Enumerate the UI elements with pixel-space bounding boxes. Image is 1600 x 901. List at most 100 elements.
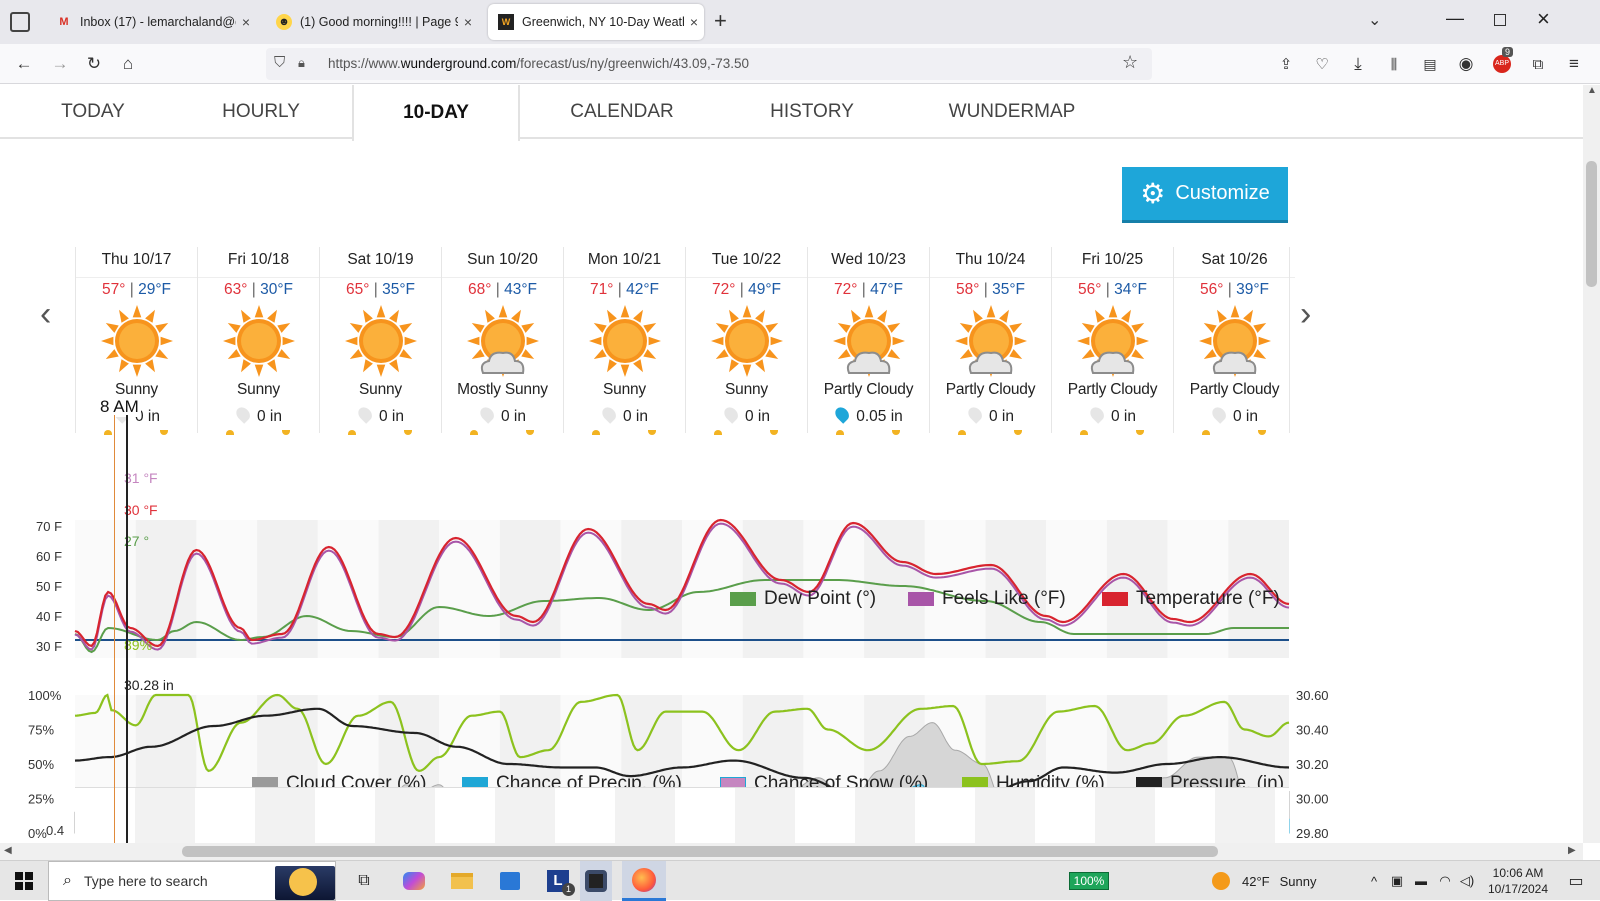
account-icon[interactable]: ◉: [1454, 52, 1478, 76]
tray-chevron-icon[interactable]: ^: [1364, 861, 1384, 901]
day-precip: 0 in: [1174, 404, 1295, 428]
new-tab-button[interactable]: +: [714, 8, 727, 34]
back-button[interactable]: ←: [12, 52, 36, 76]
minimize-button[interactable]: —: [1446, 8, 1464, 29]
lock-icon[interactable]: 🔒︎: [298, 55, 305, 71]
browser-tab-forum[interactable]: ☻ (1) Good morning!!!! | Page 990 ×: [266, 4, 478, 40]
close-window-button[interactable]: ×: [1537, 6, 1550, 32]
temp-legend-dewpoint[interactable]: Dew Point (°): [730, 588, 876, 610]
high-temp: 56°: [1077, 281, 1102, 298]
day-column[interactable]: Sat 10/19 65° | 35°F Sunny 0 in: [319, 247, 441, 435]
precip-amount: 0 in: [1233, 408, 1258, 425]
battery-indicator[interactable]: 100%: [1064, 861, 1114, 901]
url-text[interactable]: https://www.wunderground.com/forecast/us…: [328, 56, 749, 71]
scroll-right-icon[interactable]: ▶: [1568, 845, 1576, 856]
day-column[interactable]: Mon 10/21 71° | 42°F Sunny 0 in: [563, 247, 685, 435]
scroll-up-icon[interactable]: ▲: [1587, 85, 1597, 96]
temp-legend-temperature[interactable]: Temperature (°F): [1102, 588, 1280, 610]
reader-view-icon[interactable]: ▤: [1418, 52, 1442, 76]
bookmark-star-icon[interactable]: ☆: [1122, 52, 1138, 73]
low-temp: 39°F: [1236, 281, 1270, 298]
horizontal-scroll-thumb[interactable]: [182, 846, 1218, 857]
close-tab-icon[interactable]: ×: [236, 14, 256, 30]
close-tab-icon[interactable]: ×: [458, 14, 478, 30]
customize-button[interactable]: ⚙ Customize: [1122, 167, 1288, 223]
day-column[interactable]: Tue 10/22 72° | 49°F Sunny 0 in: [685, 247, 807, 435]
tab-wundermap[interactable]: WUNDERMAP: [942, 85, 1082, 139]
microsoft-store-icon[interactable]: [492, 861, 528, 901]
weather-icon: [341, 303, 421, 381]
scroll-left-icon[interactable]: ◀: [4, 845, 12, 856]
tray-device-icon[interactable]: ▬: [1410, 861, 1432, 901]
hover-time-label: 8 AM: [98, 397, 141, 417]
day-column[interactable]: Fri 10/25 56° | 34°F Partly Cloudy 0 in: [1051, 247, 1173, 435]
tab-calendar[interactable]: CALENDAR: [552, 85, 692, 139]
day-temps: 71° | 42°F: [564, 277, 685, 299]
raindrop-icon: [1087, 404, 1107, 424]
adblock-icon[interactable]: ABP 9: [1490, 47, 1514, 76]
list-all-tabs-icon[interactable]: ⌄: [1368, 10, 1381, 30]
day-precip: 0 in: [320, 404, 441, 428]
weather-icon: [707, 303, 787, 381]
menu-icon[interactable]: ≡: [1562, 52, 1586, 76]
forward-button[interactable]: →: [48, 52, 72, 76]
notifications-icon[interactable]: ▭: [1558, 861, 1594, 901]
gmail-icon: M: [59, 16, 69, 28]
search-highlight-image: [275, 866, 335, 900]
vertical-scrollbar[interactable]: ▲: [1583, 85, 1600, 843]
extension-icon-1[interactable]: ⇪: [1274, 52, 1298, 76]
tab-10-day[interactable]: 10-DAY: [352, 85, 520, 141]
tab-history[interactable]: HISTORY: [752, 85, 872, 139]
clock[interactable]: 10:06 AM 10/17/2024: [1478, 861, 1558, 901]
next-arrow-icon[interactable]: ›: [1300, 295, 1311, 334]
library-icon[interactable]: ⫼: [1382, 52, 1406, 76]
high-temp: 72°: [833, 281, 858, 298]
start-button[interactable]: [0, 861, 48, 901]
file-explorer-icon[interactable]: [444, 861, 480, 901]
day-condition: Partly Cloudy: [823, 381, 914, 398]
browser-tab-gmail[interactable]: M Inbox (17) - lemarchaland@gm ×: [46, 4, 256, 40]
tray-app-icon[interactable]: ▣: [1386, 861, 1408, 901]
firefox-taskbar-icon[interactable]: [622, 861, 666, 901]
close-tab-icon[interactable]: ×: [684, 14, 704, 30]
day-column[interactable]: Sun 10/20 68° | 43°F Mostly Sunny 0 in: [441, 247, 563, 435]
day-condition: Sunny: [725, 381, 768, 398]
previous-arrow-icon[interactable]: ‹: [40, 295, 51, 334]
day-column[interactable]: Thu 10/24 58° | 35°F Partly Cloudy 0 in: [929, 247, 1051, 435]
day-column[interactable]: Wed 10/23 72° | 47°F Partly Cloudy 0.05 …: [807, 247, 929, 435]
y-tick-right: 30.00: [1296, 792, 1329, 807]
day-column[interactable]: Fri 10/18 63° | 30°F Sunny 0 in: [197, 247, 319, 435]
wifi-icon[interactable]: ◠: [1434, 861, 1456, 901]
home-icon[interactable]: ⌂: [116, 52, 140, 76]
restore-button[interactable]: [1494, 14, 1506, 26]
day-column[interactable]: Sat 10/26 56° | 39°F Partly Cloudy 0 in: [1173, 247, 1295, 435]
shield-icon[interactable]: ⛉: [274, 54, 285, 71]
address-bar[interactable]: ⛉ 🔒︎ https://www.wunderground.com/foreca…: [266, 48, 1152, 80]
tab-title: Greenwich, NY 10-Day Weather: [522, 15, 684, 29]
day-date: Thu 10/24: [955, 251, 1026, 268]
weather-icon: [951, 303, 1031, 381]
temp-legend-feelslike[interactable]: Feels Like (°F): [908, 588, 1066, 610]
browser-tab-weather[interactable]: W Greenwich, NY 10-Day Weather ×: [488, 4, 704, 40]
raindrop-icon: [233, 404, 253, 424]
taskbar-search-box[interactable]: ⌕ Type here to search: [48, 861, 336, 901]
vertical-scroll-thumb[interactable]: [1586, 161, 1597, 287]
task-view-icon[interactable]: ⧉: [346, 861, 382, 901]
reload-button[interactable]: ↻: [82, 52, 106, 76]
pocket-icon[interactable]: ♡: [1310, 52, 1334, 76]
volume-icon[interactable]: ◁): [1456, 861, 1478, 901]
downloads-icon[interactable]: ⤓: [1346, 52, 1370, 76]
extensions-puzzle-icon[interactable]: ⧉: [1526, 52, 1550, 76]
day-temps: 57° | 29°F: [76, 277, 197, 299]
weather-widget[interactable]: 42°F Sunny: [1212, 861, 1342, 901]
copilot-icon[interactable]: [396, 861, 432, 901]
camera-app-icon[interactable]: [580, 861, 612, 901]
tab-today[interactable]: TODAY: [38, 85, 148, 139]
horizontal-scrollbar[interactable]: ◀ ▶: [0, 843, 1583, 860]
tab-list-icon[interactable]: [10, 12, 30, 32]
hover-pressure-label: 30.28 in: [124, 677, 174, 693]
low-temp: 30°F: [260, 281, 294, 298]
day-condition: Partly Cloudy: [1189, 381, 1280, 398]
tab-hourly[interactable]: HOURLY: [206, 85, 316, 139]
app-l-icon[interactable]: L 1: [540, 861, 576, 901]
